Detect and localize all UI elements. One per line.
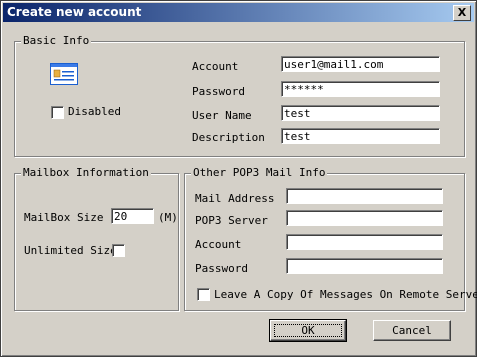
leave-copy-label: Leave A Copy Of Messages On Remote Serve…: [214, 288, 477, 301]
disabled-checkbox[interactable]: [51, 106, 64, 119]
pop3-password-field[interactable]: [286, 258, 443, 274]
pop3-info-legend: Other POP3 Mail Info: [191, 166, 328, 179]
pop3-account-label: Account: [195, 238, 242, 251]
mail-address-label: Mail Address: [195, 192, 275, 205]
close-icon: X: [457, 6, 467, 19]
account-card-icon: [50, 63, 78, 85]
mailbox-info-legend: Mailbox Information: [21, 166, 151, 179]
pop3-password-label: Password: [195, 262, 248, 275]
leave-copy-checkbox[interactable]: [197, 288, 210, 301]
unlimited-size-checkbox[interactable]: [112, 244, 125, 257]
unlimited-size-label: Unlimited Size: [24, 244, 117, 257]
account-field[interactable]: user1@mail1.com: [281, 56, 440, 72]
description-field[interactable]: test: [281, 128, 440, 144]
mail-address-field[interactable]: [286, 188, 443, 204]
pop3-server-label: POP3 Server: [195, 214, 268, 227]
mailbox-size-unit: (M): [158, 211, 178, 224]
description-label: Description: [192, 131, 265, 144]
basic-info-legend: Basic Info: [21, 34, 92, 47]
pop3-info-group: Other POP3 Mail Info Mail Address POP3 S…: [184, 166, 477, 311]
cancel-button-label: Cancel: [392, 324, 432, 337]
pop3-server-field[interactable]: [286, 210, 443, 226]
close-button[interactable]: X: [453, 5, 471, 21]
mailbox-size-label: MailBox Size: [24, 211, 104, 224]
title-bar[interactable]: Create new account X: [3, 3, 474, 22]
username-label: User Name: [192, 109, 252, 122]
ok-button[interactable]: OK: [269, 319, 347, 342]
password-label: Password: [192, 85, 245, 98]
password-field[interactable]: ******: [281, 81, 440, 97]
cancel-button[interactable]: Cancel: [373, 320, 451, 341]
mailbox-size-field[interactable]: 20: [111, 208, 154, 224]
disabled-label: Disabled: [68, 105, 121, 118]
basic-info-group: Basic Info Disabled Account user1@mail1.…: [14, 34, 465, 157]
username-field[interactable]: test: [281, 105, 440, 121]
account-label: Account: [192, 60, 239, 73]
ok-button-label: OK: [301, 324, 315, 337]
window-title: Create new account: [7, 5, 142, 19]
mailbox-info-group: Mailbox Information MailBox Size 20 (M) …: [14, 166, 179, 311]
pop3-account-field[interactable]: [286, 234, 443, 250]
create-account-dialog: Create new account X Basic Info Disabled…: [0, 0, 477, 357]
